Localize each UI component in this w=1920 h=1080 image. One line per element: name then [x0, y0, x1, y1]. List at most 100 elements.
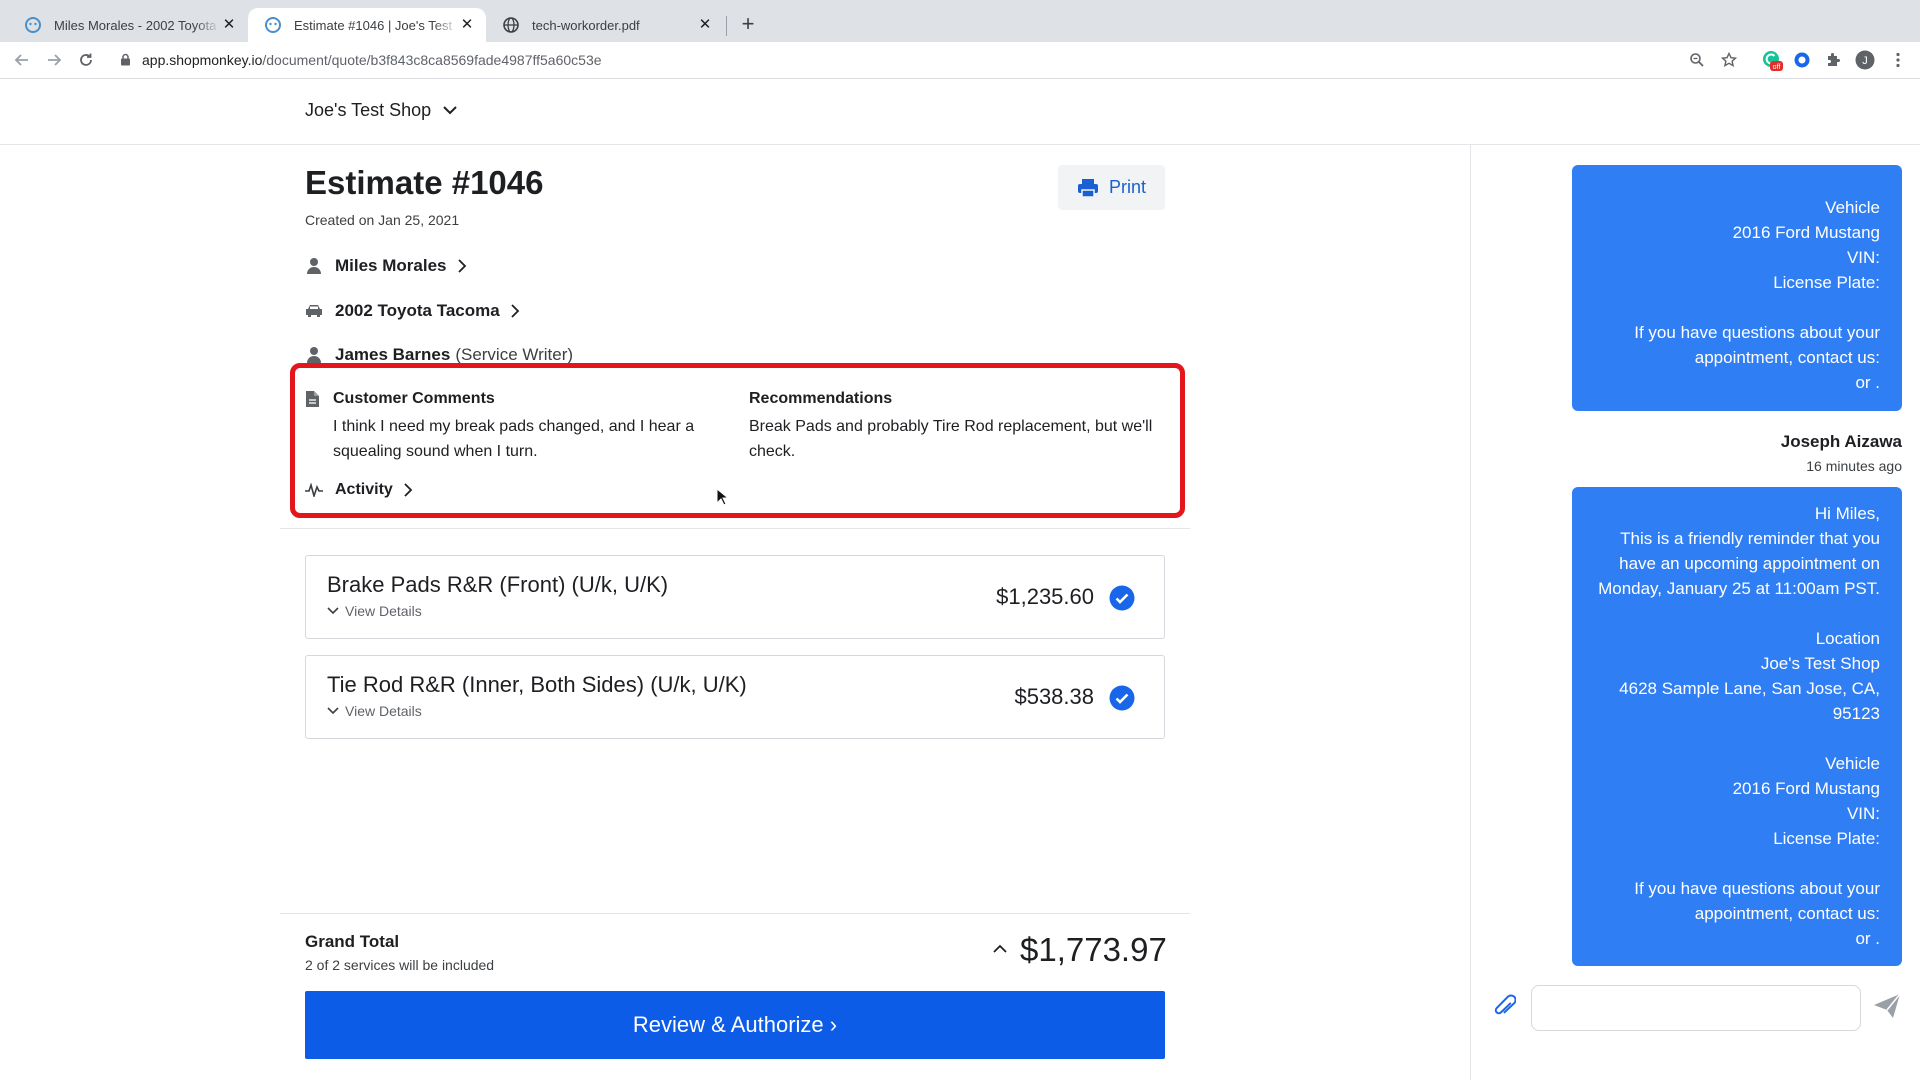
extension-badge: off	[1773, 64, 1781, 71]
chevron-down-icon	[327, 607, 339, 615]
activity-label: Activity	[335, 481, 393, 498]
forward-button[interactable]	[42, 48, 66, 72]
writer-name: James Barnes	[335, 345, 451, 364]
profile-button[interactable]: J	[1853, 48, 1877, 72]
panel-divider	[1470, 145, 1471, 1080]
activity-pulse-icon	[305, 483, 323, 497]
check-circle-icon[interactable]	[1109, 585, 1135, 611]
section-divider	[280, 913, 1190, 914]
arrow-right-icon	[48, 54, 62, 66]
message-line: have an upcoming appointment on	[1619, 554, 1880, 573]
vehicle-link[interactable]: 2002 Toyota Tacoma	[305, 298, 520, 324]
browser-tab-customer[interactable]: Miles Morales - 2002 Toyota Tacoma ✕	[8, 8, 248, 42]
service-name: Tie Rod R&R (Inner, Both Sides) (U/k, U/…	[327, 672, 747, 697]
customer-comments-text: I think I need my break pads changed, an…	[333, 418, 695, 460]
print-button[interactable]: Print	[1058, 165, 1165, 210]
printer-icon	[1077, 178, 1098, 198]
service-price: $538.38	[1014, 684, 1094, 709]
browser-tab-estimate[interactable]: Estimate #1046 | Joe's Test Shop ✕	[248, 8, 486, 42]
chevron-down-icon[interactable]	[442, 104, 458, 116]
avatar-icon: J	[1855, 50, 1875, 70]
message-line: VIN:	[1846, 248, 1880, 267]
chevron-right-icon	[404, 483, 413, 497]
close-tab-icon[interactable]: ✕	[458, 16, 476, 34]
review-authorize-button[interactable]: Review & Authorize ›	[305, 991, 1165, 1059]
paperclip-icon[interactable]	[1494, 993, 1516, 1021]
new-tab-button[interactable]: +	[736, 12, 760, 36]
view-details-label: View Details	[345, 603, 422, 619]
message-line: 2016 Ford Mustang	[1732, 779, 1880, 798]
message-line	[1594, 726, 1880, 751]
message-line: Vehicle	[1825, 754, 1880, 773]
chevron-right-icon	[457, 259, 466, 273]
activity-link[interactable]: Activity	[305, 478, 413, 502]
customer-link[interactable]: Miles Morales	[305, 253, 467, 279]
message-bubble: Vehicle 2016 Ford Mustang VIN: License Plat…	[1572, 165, 1902, 411]
star-icon	[1721, 52, 1737, 67]
lock-icon[interactable]	[120, 53, 131, 66]
service-card[interactable]: Brake Pads R&R (Front) (U/k, U/K) View D…	[305, 555, 1165, 639]
chevron-right-icon	[511, 304, 519, 318]
close-tab-icon[interactable]: ✕	[220, 16, 238, 34]
person-icon	[307, 258, 321, 274]
car-icon	[306, 305, 322, 317]
url-host: app.shopmonkey.io	[142, 52, 263, 68]
grand-total-value: $1,773.97	[1020, 931, 1167, 968]
extension-circle-button[interactable]	[1790, 48, 1814, 72]
writer-role: (Service Writer)	[455, 345, 574, 364]
browser-tab-pdf[interactable]: tech-workorder.pdf ✕	[486, 8, 724, 42]
message-line: If you have questions about your	[1634, 879, 1880, 898]
browser-menu-button[interactable]	[1886, 48, 1910, 72]
message-line: License Plate:	[1773, 829, 1880, 848]
grammarly-icon: off	[1763, 51, 1783, 71]
send-icon[interactable]	[1873, 993, 1901, 1019]
message-input[interactable]	[1531, 985, 1861, 1031]
bookmark-button[interactable]	[1717, 48, 1741, 72]
recommendations-title: Recommendations	[749, 390, 893, 407]
print-label: Print	[1108, 177, 1146, 197]
created-date: Created on Jan 25, 2021	[305, 212, 460, 228]
globe-icon	[503, 17, 519, 33]
mouse-cursor-icon	[716, 488, 728, 506]
puzzle-icon	[1828, 53, 1840, 66]
reload-button[interactable]	[74, 48, 98, 72]
zoom-button[interactable]	[1685, 48, 1709, 72]
service-name: Brake Pads R&R (Front) (U/k, U/K)	[327, 572, 669, 597]
chevron-down-icon	[327, 707, 339, 715]
kebab-menu-icon	[1896, 52, 1900, 68]
message-line: or .	[1855, 929, 1880, 948]
view-details-label: View Details	[345, 703, 422, 719]
view-details-link[interactable]: View Details	[327, 703, 422, 719]
message-line: Vehicle	[1825, 198, 1880, 217]
message-line: 2016 Ford Mustang	[1732, 223, 1880, 242]
close-tab-icon[interactable]: ✕	[696, 16, 714, 34]
extensions-button[interactable]	[1821, 48, 1845, 72]
url-path: /document/quote/b3f843c8ca8569fade4987ff…	[262, 52, 602, 68]
grammarly-extension-button[interactable]: off	[1760, 48, 1784, 72]
tab-title: Miles Morales - 2002 Toyota Tacoma	[54, 17, 220, 33]
tab-title: Estimate #1046 | Joe's Test Shop	[294, 17, 458, 33]
message-line: appointment, contact us:	[1694, 348, 1880, 367]
message-time: 16 minutes ago	[1806, 458, 1902, 474]
address-bar[interactable]: app.shopmonkey.io/document/quote/b3f843c…	[142, 48, 602, 72]
message-line: Monday, January 25 at 11:00am PST.	[1598, 579, 1880, 598]
service-card[interactable]: Tie Rod R&R (Inner, Both Sides) (U/k, U/…	[305, 655, 1165, 739]
message-line: If you have questions about your	[1634, 323, 1880, 342]
message-line	[1594, 601, 1880, 626]
message-line	[1594, 295, 1880, 320]
back-button[interactable]	[10, 48, 34, 72]
chevron-up-icon[interactable]	[992, 944, 1008, 954]
view-details-link[interactable]: View Details	[327, 603, 422, 619]
message-bubble: Hi Miles, This is a friendly reminder tha…	[1572, 487, 1902, 966]
message-line: or .	[1855, 373, 1880, 392]
message-line: appointment, contact us:	[1694, 904, 1880, 923]
vehicle-name: 2002 Toyota Tacoma	[335, 301, 500, 320]
check-circle-icon[interactable]	[1109, 685, 1135, 711]
shop-name[interactable]: Joe's Test Shop	[305, 100, 431, 121]
message-line: VIN:	[1846, 804, 1880, 823]
message-sender: Joseph Aizawa	[1780, 432, 1902, 451]
message-line: Location	[1815, 629, 1880, 648]
shopmonkey-favicon-icon	[25, 17, 41, 33]
message-line: 95123	[1832, 704, 1880, 723]
recommendations-text: Break Pads and probably Tire Rod replace…	[749, 418, 1153, 460]
